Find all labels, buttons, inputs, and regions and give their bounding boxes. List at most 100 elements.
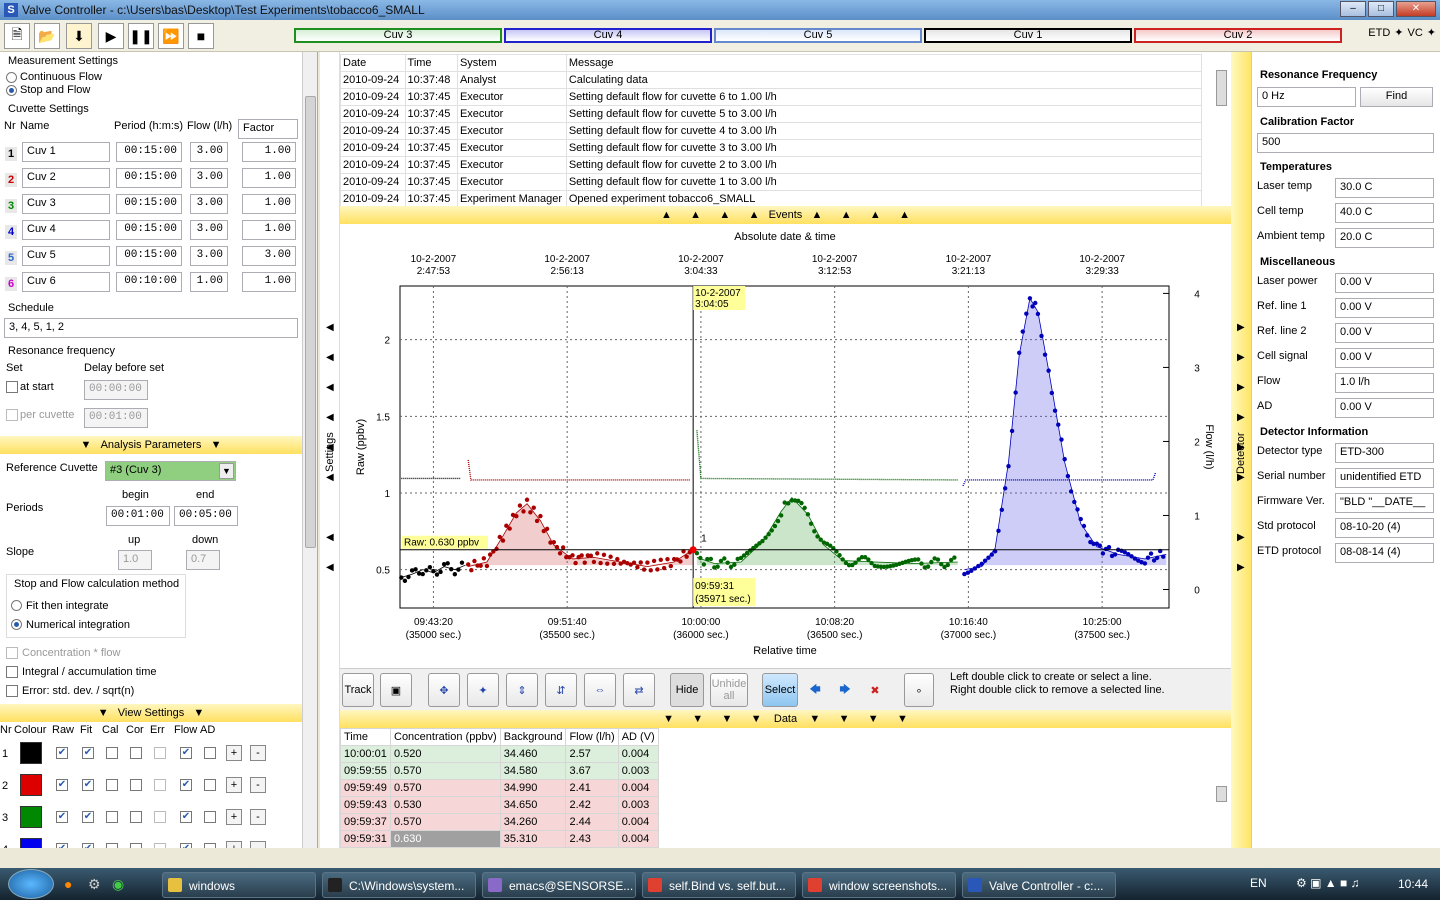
view-checkbox[interactable]: ✔ <box>56 843 68 848</box>
field-value[interactable]: 1.0 l/h <box>1335 373 1434 393</box>
view-checkbox[interactable]: ✔ <box>56 747 68 759</box>
shrink-all-icon[interactable]: ✦ <box>467 673 499 707</box>
cuvette-period-input[interactable]: 00:15:00 <box>116 246 182 266</box>
expand-vertical-icon[interactable]: ⇕ <box>506 673 538 707</box>
view-checkbox[interactable] <box>154 843 166 848</box>
data-row[interactable]: 09:59:49 0.570 34.990 2.41 0.004 <box>340 779 659 797</box>
track-button[interactable]: Track <box>342 673 374 707</box>
view-checkbox[interactable]: ✔ <box>56 779 68 791</box>
cuvette-factor-input[interactable]: 1.00 <box>242 194 296 214</box>
data-row[interactable]: 09:59:43 0.530 34.650 2.42 0.003 <box>340 796 659 814</box>
slope-up-input[interactable]: 1.0 <box>118 550 152 570</box>
unhide-all-button[interactable]: Unhide all <box>710 673 748 707</box>
expand-horizontal-icon[interactable]: ⇔ <box>584 673 616 707</box>
collapse-left-icon[interactable]: ◀ <box>326 472 334 483</box>
minimize-button[interactable]: – <box>1340 1 1366 17</box>
resonance-frequency-input[interactable]: 0 Hz <box>1257 87 1356 107</box>
cuvette-period-input[interactable]: 00:15:00 <box>116 220 182 240</box>
calibration-factor-input[interactable]: 500 <box>1257 133 1434 153</box>
field-value[interactable]: unidentified ETD <box>1335 468 1434 488</box>
begin-input[interactable]: 00:01:00 <box>106 506 170 526</box>
field-value[interactable]: 40.0 C <box>1335 203 1434 223</box>
events-header[interactable]: ▲ ▲ ▲ ▲ Events ▲ ▲ ▲ ▲ <box>340 206 1231 224</box>
field-value[interactable]: "BLD "__DATE__ <box>1335 493 1434 513</box>
new-icon[interactable]: 🗎 <box>4 23 30 49</box>
close-button[interactable]: ✕ <box>1396 1 1436 17</box>
view-checkbox[interactable]: ✔ <box>82 843 94 848</box>
field-value[interactable]: 30.0 C <box>1335 178 1434 198</box>
data-header[interactable]: ▼ ▼ ▼ ▼ Data ▼ ▼ ▼ ▼ <box>340 710 1231 728</box>
tray-icons[interactable]: ⚙ ▣ ▲ ■ ♫ <box>1296 876 1360 890</box>
cursor-point[interactable] <box>689 546 697 554</box>
view-checkbox[interactable]: ✔ <box>82 747 94 759</box>
taskbar-button[interactable]: emacs@SENSORSE... <box>482 872 636 898</box>
integral-checkbox[interactable] <box>6 666 18 678</box>
view-checkbox[interactable] <box>130 747 142 759</box>
minus-button[interactable]: - <box>250 745 266 761</box>
view-checkbox[interactable] <box>204 811 216 823</box>
collapse-left-icon[interactable]: ◀ <box>326 322 334 333</box>
taskbar-button[interactable]: window screenshots... <box>802 872 956 898</box>
data-row[interactable]: 09:59:31 0.630 35.310 2.43 0.004 <box>340 830 659 848</box>
collapse-right-icon[interactable]: ▶ <box>1237 472 1245 483</box>
download-icon[interactable]: ⬇ <box>66 23 92 49</box>
field-value[interactable]: 08-10-20 (4) <box>1335 518 1434 538</box>
stop-and-flow-radio[interactable] <box>6 85 17 96</box>
at-start-checkbox[interactable] <box>6 381 18 393</box>
collapse-right-icon[interactable]: ▶ <box>1237 352 1245 363</box>
data-column-header[interactable]: Time <box>340 728 391 746</box>
detector-side-strip[interactable]: Detector ▶ ▶ ▶ ▶ ▶ ▶ ▶ ▶ <box>1231 52 1251 848</box>
reference-cuvette-select[interactable]: #3 (Cuv 3) <box>105 461 236 481</box>
cuvette-bar[interactable]: Cuv 1 <box>924 28 1132 43</box>
field-value[interactable]: 08-08-14 (4) <box>1335 543 1434 563</box>
data-row[interactable]: 09:59:37 0.570 34.260 2.44 0.004 <box>340 813 659 831</box>
end-input[interactable]: 00:05:00 <box>174 506 238 526</box>
view-settings-header[interactable]: ▼ View Settings ▼ <box>0 704 302 722</box>
field-value[interactable]: 0.00 V <box>1335 273 1434 293</box>
raw-flow-chart[interactable]: 10-2-20072:47:5309:43:20(35000 sec.)10-2… <box>340 224 1231 668</box>
minus-button[interactable]: - <box>250 841 266 848</box>
view-checkbox[interactable]: ✔ <box>82 811 94 823</box>
shrink-vertical-icon[interactable]: ⇵ <box>545 673 577 707</box>
cuvette-factor-input[interactable]: 1.00 <box>242 168 296 188</box>
field-value[interactable]: ETD-300 <box>1335 443 1434 463</box>
arrow-left-icon[interactable]: 🡄 <box>802 673 828 707</box>
minus-button[interactable]: - <box>250 777 266 793</box>
play-icon[interactable]: ▶ <box>98 23 124 49</box>
data-column-header[interactable]: Background <box>499 728 567 746</box>
view-checkbox[interactable]: ✔ <box>82 779 94 791</box>
events-column-header[interactable]: System <box>456 54 567 72</box>
view-checkbox[interactable]: ✔ <box>180 843 192 848</box>
slope-down-input[interactable]: 0.7 <box>186 550 220 570</box>
event-row[interactable]: 2010-09-24 10:37:45 Experiment Manager Open… <box>340 190 1203 206</box>
view-checkbox[interactable] <box>106 779 118 791</box>
taskbar-button[interactable]: Valve Controller - c:... <box>962 872 1116 898</box>
cuvette-bar[interactable]: Cuv 5 <box>714 28 922 43</box>
view-checkbox[interactable] <box>204 779 216 791</box>
field-value[interactable]: 0.00 V <box>1335 398 1434 418</box>
view-checkbox[interactable] <box>204 747 216 759</box>
events-scroll-thumb[interactable] <box>1216 70 1227 106</box>
firefox-icon[interactable]: ● <box>64 876 72 892</box>
expand-all-icon[interactable]: ✥ <box>428 673 460 707</box>
colour-swatch[interactable] <box>20 774 42 796</box>
left-panel-scrollbar[interactable] <box>302 52 317 848</box>
field-value[interactable]: 0.00 V <box>1335 323 1434 343</box>
event-row[interactable]: 2010-09-24 10:37:45 Executor Setting defaul… <box>340 122 1203 140</box>
view-checkbox[interactable] <box>106 747 118 759</box>
event-row[interactable]: 2010-09-24 10:37:45 Executor Setting defaul… <box>340 156 1203 174</box>
cuvette-period-input[interactable]: 00:15:00 <box>116 142 182 162</box>
continuous-flow-radio[interactable] <box>6 72 17 83</box>
shrink-horizontal-icon[interactable]: ⇄ <box>623 673 655 707</box>
collapse-left-icon[interactable]: ◀ <box>326 532 334 543</box>
view-checkbox[interactable] <box>130 811 142 823</box>
cuvette-name-input[interactable]: Cuv 5 <box>22 246 110 266</box>
collapse-right-icon[interactable]: ▶ <box>1237 442 1245 453</box>
taskbar-button[interactable]: windows <box>162 872 316 898</box>
hide-button[interactable]: Hide <box>670 673 704 707</box>
fast-forward-icon[interactable]: ⏩ <box>158 23 184 49</box>
collapse-left-icon[interactable]: ◀ <box>326 562 334 573</box>
at-start-delay-input[interactable]: 00:00:00 <box>84 380 148 400</box>
plus-button[interactable]: + <box>226 809 242 825</box>
delete-icon[interactable]: ✖ <box>862 673 888 707</box>
